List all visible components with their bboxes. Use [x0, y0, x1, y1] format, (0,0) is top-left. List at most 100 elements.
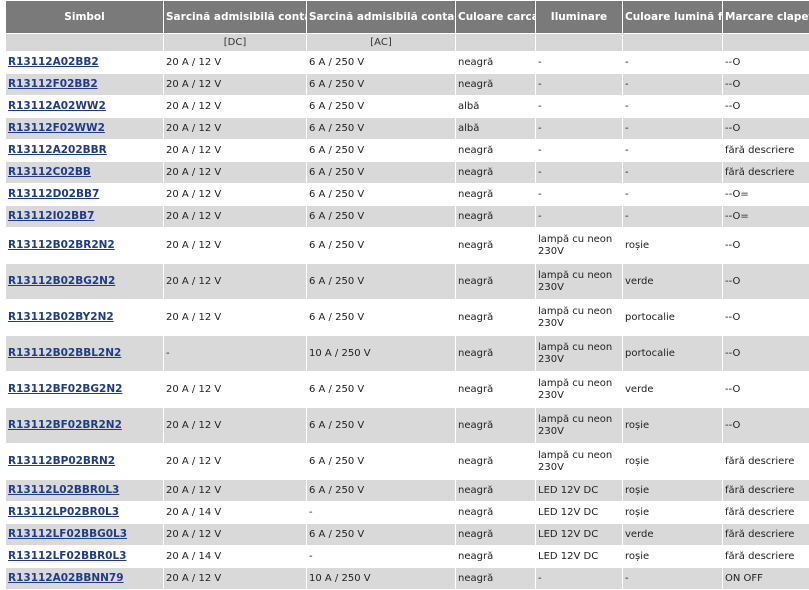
ac-load-cell: 6 A / 250 V — [307, 300, 456, 336]
table-row: R13112F02WW2 20 A / 12 V 6 A / 250 V alb… — [6, 118, 809, 140]
lighting-cell: lampă cu neon 230V — [536, 228, 623, 264]
product-symbol-link[interactable]: R13112BP02BRN2 — [8, 455, 115, 467]
table-row: R13112C02BB 20 A / 12 V 6 A / 250 V neag… — [6, 162, 809, 184]
lighting-cell: - — [536, 74, 623, 96]
table-row: R13112B02BY2N2 20 A / 12 V 6 A / 250 V n… — [6, 300, 809, 336]
subheader-empty — [623, 34, 723, 52]
table-row: R13112A202BBR 20 A / 12 V 6 A / 250 V ne… — [6, 140, 809, 162]
background-light-cell: - — [623, 118, 723, 140]
background-light-cell: roșie — [623, 480, 723, 502]
case-color-cell: neagră — [456, 228, 536, 264]
background-light-cell: - — [623, 52, 723, 74]
table-row: R13112D02BB7 20 A / 12 V 6 A / 250 V nea… — [6, 184, 809, 206]
case-color-cell: neagră — [456, 546, 536, 568]
table-row: R13112B02BG2N2 20 A / 12 V 6 A / 250 V n… — [6, 264, 809, 300]
product-symbol-link[interactable]: R13112B02BG2N2 — [8, 275, 115, 287]
flap-marking-cell: --O — [723, 300, 809, 336]
ac-load-cell: 6 A / 250 V — [307, 140, 456, 162]
table-row: R13112BF02BR2N2 20 A / 12 V 6 A / 250 V … — [6, 408, 809, 444]
ac-load-cell: 6 A / 250 V — [307, 444, 456, 480]
product-symbol-link[interactable]: R13112BF02BR2N2 — [8, 419, 122, 431]
ac-load-cell: 10 A / 250 V — [307, 336, 456, 372]
flap-marking-cell: --O — [723, 372, 809, 408]
subheader-ac-unit: [AC] — [307, 34, 456, 52]
lighting-cell: LED 12V DC — [536, 502, 623, 524]
case-color-cell: neagră — [456, 372, 536, 408]
case-color-cell: neagră — [456, 568, 536, 590]
background-light-cell: - — [623, 184, 723, 206]
flap-marking-cell: --O= — [723, 206, 809, 228]
case-color-cell: neagră — [456, 264, 536, 300]
product-symbol-link[interactable]: R13112I02BB7 — [8, 210, 94, 222]
lighting-cell: lampă cu neon 230V — [536, 264, 623, 300]
header-background-light: Culoare lumină fundal — [623, 1, 723, 34]
background-light-cell: portocalie — [623, 300, 723, 336]
subheader-empty — [6, 34, 164, 52]
product-symbol-link[interactable]: R13112L02BBR0L3 — [8, 484, 119, 496]
case-color-cell: neagră — [456, 444, 536, 480]
product-symbol-link[interactable]: R13112B02BY2N2 — [8, 311, 114, 323]
table-row: R13112A02WW2 20 A / 12 V 6 A / 250 V alb… — [6, 96, 809, 118]
flap-marking-cell: fără descriere — [723, 546, 809, 568]
product-symbol-link[interactable]: R13112A202BBR — [8, 144, 107, 156]
table-row: R13112BF02BG2N2 20 A / 12 V 6 A / 250 V … — [6, 372, 809, 408]
dc-load-cell: 20 A / 12 V — [164, 568, 307, 590]
ac-load-cell: 6 A / 250 V — [307, 372, 456, 408]
header-flap-marking: Marcare clapetă — [723, 1, 809, 34]
header-case-color: Culoare carcasă — [456, 1, 536, 34]
flap-marking-cell: --O — [723, 74, 809, 96]
product-symbol-link[interactable]: R13112LF02BBR0L3 — [8, 550, 126, 562]
dc-load-cell: 20 A / 12 V — [164, 480, 307, 502]
product-symbol-link[interactable]: R13112LP02BR0L3 — [8, 506, 119, 518]
product-symbol-link[interactable]: R13112LF02BBG0L3 — [8, 528, 127, 540]
product-symbol-link[interactable]: R13112B02BBL2N2 — [8, 347, 121, 359]
lighting-cell: - — [536, 162, 623, 184]
lighting-cell: lampă cu neon 230V — [536, 300, 623, 336]
flap-marking-cell: --O — [723, 52, 809, 74]
background-light-cell: roșie — [623, 228, 723, 264]
ac-load-cell: 6 A / 250 V — [307, 524, 456, 546]
flap-marking-cell: --O — [723, 408, 809, 444]
product-symbol-link[interactable]: R13112F02WW2 — [8, 122, 105, 134]
flap-marking-cell: fără descriere — [723, 480, 809, 502]
background-light-cell: - — [623, 162, 723, 184]
ac-load-cell: 6 A / 250 V — [307, 206, 456, 228]
case-color-cell: neagră — [456, 336, 536, 372]
lighting-cell: LED 12V DC — [536, 524, 623, 546]
product-symbol-link[interactable]: R13112F02BB2 — [8, 78, 98, 90]
product-symbol-link[interactable]: R13112D02BB7 — [8, 188, 99, 200]
background-light-cell: verde — [623, 524, 723, 546]
product-symbol-link[interactable]: R13112B02BR2N2 — [8, 239, 115, 251]
table-row: R13112L02BBR0L3 20 A / 12 V 6 A / 250 V … — [6, 480, 809, 502]
product-symbol-link[interactable]: R13112A02BBNN79 — [8, 572, 124, 584]
ac-load-cell: 6 A / 250 V — [307, 52, 456, 74]
dc-load-cell: 20 A / 12 V — [164, 372, 307, 408]
product-symbol-link[interactable]: R13112A02BB2 — [8, 56, 99, 68]
case-color-cell: albă — [456, 118, 536, 140]
dc-load-cell: 20 A / 14 V — [164, 502, 307, 524]
ac-load-cell: 6 A / 250 V — [307, 118, 456, 140]
background-light-cell: portocalie — [623, 336, 723, 372]
product-symbol-link[interactable]: R13112C02BB — [8, 166, 91, 178]
ac-load-cell: 10 A / 250 V — [307, 568, 456, 590]
case-color-cell: neagră — [456, 480, 536, 502]
table-row: R13112A02BB2 20 A / 12 V 6 A / 250 V nea… — [6, 52, 809, 74]
dc-load-cell: 20 A / 12 V — [164, 228, 307, 264]
table-row: R13112A02BBNN79 20 A / 12 V 10 A / 250 V… — [6, 568, 809, 590]
ac-load-cell: 6 A / 250 V — [307, 408, 456, 444]
table-row: R13112F02BB2 20 A / 12 V 6 A / 250 V nea… — [6, 74, 809, 96]
ac-load-cell: 6 A / 250 V — [307, 264, 456, 300]
dc-load-cell: 20 A / 12 V — [164, 74, 307, 96]
dc-load-cell: - — [164, 336, 307, 372]
flap-marking-cell: --O= — [723, 184, 809, 206]
lighting-cell: - — [536, 52, 623, 74]
header-ac-load: Sarcină admisibilă contacte AC** — [307, 1, 456, 34]
case-color-cell: neagră — [456, 140, 536, 162]
table-row: R13112B02BBL2N2 - 10 A / 250 V neagră la… — [6, 336, 809, 372]
product-symbol-link[interactable]: R13112BF02BG2N2 — [8, 383, 122, 395]
product-symbol-link[interactable]: R13112A02WW2 — [8, 100, 106, 112]
flap-marking-cell: --O — [723, 264, 809, 300]
ac-load-cell: 6 A / 250 V — [307, 184, 456, 206]
ac-load-cell: - — [307, 546, 456, 568]
background-light-cell: - — [623, 206, 723, 228]
